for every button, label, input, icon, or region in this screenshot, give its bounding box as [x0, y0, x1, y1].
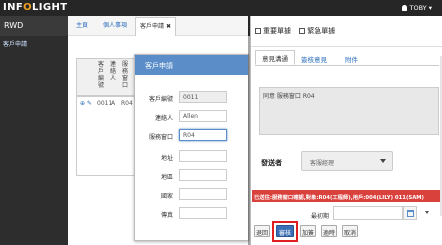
- table-cell: 0011: [97, 100, 113, 107]
- close-icon[interactable]: ✖: [166, 23, 171, 30]
- approval-tabs: 意見溝通 簽核意見 附件: [255, 50, 439, 66]
- column-header[interactable]: 服務窗口: [121, 61, 129, 89]
- tab-customer-apply[interactable]: 客戶申請 ✖: [135, 17, 177, 36]
- field-label: 傳真: [160, 212, 173, 219]
- tab-attachment[interactable]: 附件: [339, 52, 364, 66]
- field-label: 地區: [160, 174, 173, 181]
- field-label: 國家: [160, 193, 173, 200]
- add-signer-button[interactable]: 加簽: [300, 225, 316, 237]
- dialog-header: 客戶申請: [135, 55, 248, 75]
- table-cell: R04: [121, 100, 133, 107]
- checkbox-label: 重要單據: [263, 27, 291, 35]
- calendar-button[interactable]: [403, 206, 417, 220]
- column-header[interactable]: 連絡人: [109, 61, 117, 82]
- form-row: 服務窗口 R04: [135, 129, 248, 142]
- calendar-icon: [407, 210, 414, 217]
- form-row: 地區: [135, 169, 248, 182]
- country-field[interactable]: [179, 188, 227, 200]
- service-window-field[interactable]: R04: [179, 129, 227, 141]
- status-banner: 已送往:服務窗口確認,對象:R04(工程師),用戶:004(LILY) 011(…: [252, 190, 442, 202]
- tab-home[interactable]: 主頁: [76, 20, 88, 29]
- comment-textarea[interactable]: 同意 服務窗口 R04: [259, 87, 439, 135]
- customer-form-dialog: 客戶申請 客戶編號 0011 連絡人 Allen 服務窗口 R04 地址 地區 …: [134, 54, 249, 241]
- column-header[interactable]: 客戶編號: [97, 61, 105, 89]
- field-label: 地址: [160, 155, 173, 162]
- tab-approval-opinion[interactable]: 簽核意見: [295, 52, 333, 66]
- sidebar: 客戶申請: [0, 36, 68, 245]
- field-label: 客戶編號: [148, 96, 173, 103]
- field-label: 服務窗口: [148, 134, 173, 141]
- field-label: 連絡人: [154, 115, 173, 122]
- user-icon: [402, 5, 408, 11]
- tab-communication[interactable]: 意見溝通: [255, 50, 295, 65]
- top-bar: INFOLIGHT TOBY ▾: [0, 0, 442, 16]
- approve-highlight-box: [272, 221, 298, 242]
- sender-select[interactable]: 客服經理: [301, 151, 393, 171]
- fax-field[interactable]: [179, 207, 227, 219]
- tab-bar: 主頁 個人事項 客戶申請 ✖: [68, 16, 248, 36]
- contact-field[interactable]: Allen: [179, 110, 227, 122]
- form-row: 連絡人 Allen: [135, 110, 248, 123]
- divider: [251, 46, 442, 47]
- form-row: 傳真: [135, 207, 248, 220]
- form-row: 客戶編號 0011: [135, 91, 248, 104]
- dialog-title: 客戶申請: [145, 62, 173, 70]
- tab-personal[interactable]: 個人事項: [103, 20, 127, 29]
- tab-label: 客戶申請: [140, 23, 165, 30]
- user-name: TOBY: [409, 4, 427, 12]
- caret-down-icon[interactable]: [425, 211, 429, 214]
- user-menu[interactable]: TOBY ▾: [402, 4, 432, 12]
- row-edit-icon[interactable]: ⊕ ✎: [80, 100, 92, 107]
- reply-date-label: 最初期: [311, 213, 330, 220]
- approval-dialog: 重要單據 緊急單據 意見溝通 簽核意見 附件 同意 服務窗口 R04 發送者 客…: [250, 16, 442, 245]
- flag-checkboxes: 重要單據 緊急單據: [255, 26, 341, 36]
- chevron-down-icon: ▾: [428, 4, 432, 12]
- sender-value: 客服經理: [310, 160, 335, 167]
- urgent-checkbox[interactable]: [299, 28, 306, 34]
- cancel-button[interactable]: 取消: [342, 225, 358, 237]
- region-field[interactable]: [179, 169, 227, 181]
- reply-date-input[interactable]: [333, 206, 403, 220]
- important-checkbox[interactable]: [255, 28, 261, 34]
- sender-label: 發送者: [261, 159, 282, 167]
- chevron-down-icon: [380, 159, 386, 163]
- sidebar-item-customer-apply[interactable]: 客戶申請: [3, 39, 27, 48]
- table-cell: A: [110, 100, 116, 107]
- form-row: 國家: [135, 188, 248, 201]
- address-field[interactable]: [179, 150, 227, 162]
- form-row: 地址: [135, 150, 248, 163]
- app-name: RWD: [4, 21, 24, 30]
- return-button[interactable]: 退回: [254, 225, 270, 237]
- customer-id-field[interactable]: 0011: [179, 91, 227, 103]
- checkbox-label: 緊急單據: [307, 27, 336, 35]
- timeout-button[interactable]: 逾時: [321, 225, 337, 237]
- app-logo: INFOLIGHT: [3, 2, 68, 13]
